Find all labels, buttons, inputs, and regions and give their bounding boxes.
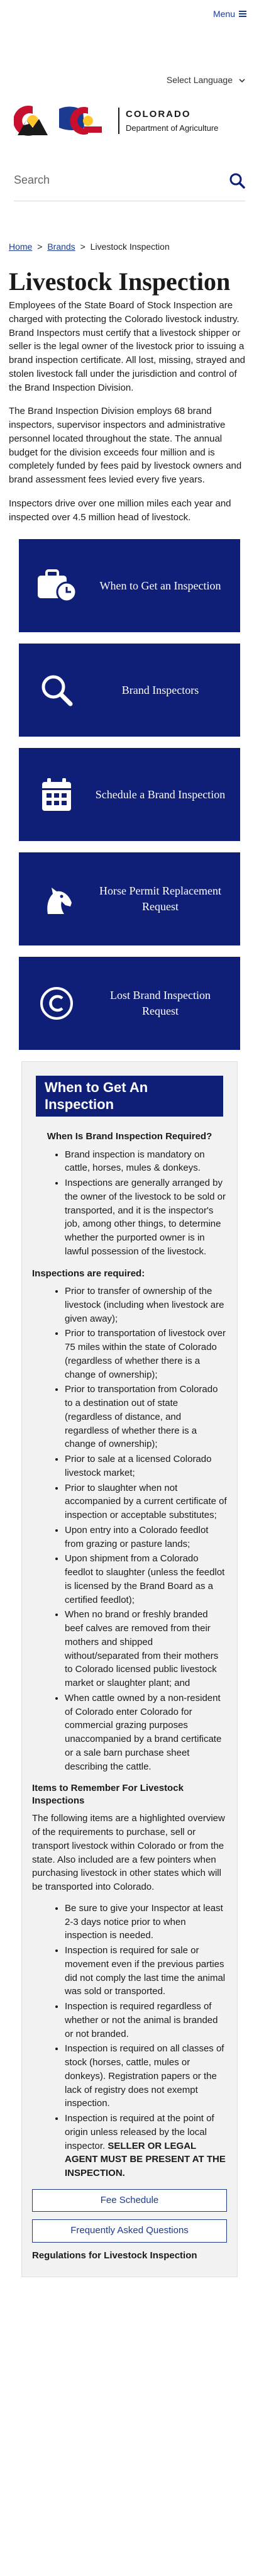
list-item: Brand inspection is mandatory on cattle,… (65, 1148, 227, 1176)
list-item: When no brand or freshly branded beef ca… (65, 1608, 227, 1690)
tile-label: When to Get an Inspection (99, 579, 221, 592)
hamburger-icon (239, 9, 246, 18)
logo-state-name: COLORADO (126, 109, 191, 120)
section-text: The following items are a highlighted ov… (32, 1813, 225, 1893)
list-item: Prior to transportation of livestock ove… (65, 1327, 227, 1381)
menu-label: Menu (212, 8, 235, 19)
regulations-heading: Regulations for Livestock Inspection (32, 2250, 197, 2261)
breadcrumb-separator: > (80, 242, 85, 252)
chevron-down-icon (239, 78, 245, 82)
list-item: Inspection is required at the point of o… (65, 2112, 227, 2180)
breadcrumb-brands[interactable]: Brands (47, 242, 75, 252)
intro-paragraph: The Brand Inspection Division employs 68… (9, 406, 242, 485)
list-item: Be sure to give your Inspector at least … (65, 1902, 227, 1943)
intro-paragraph: Employees of the State Board of Stock In… (9, 300, 246, 393)
tile-label: Horse Permit Replacement Request (99, 884, 221, 913)
panel-title: When to Get An Inspection (36, 1076, 223, 1117)
section-heading: When Is Brand Inspection Required? (47, 1131, 212, 1142)
list-item: When cattle owned by a non-resident of C… (65, 1692, 227, 1774)
search-input[interactable]: Search (14, 172, 50, 189)
search-bar: Search (14, 160, 245, 201)
department-name: COLORADO Department of Agriculture (118, 108, 218, 134)
menu-button[interactable]: Menu (213, 8, 246, 21)
bullet-list: Brand inspection is mandatory on cattle,… (32, 1148, 227, 1259)
horse-head-icon (47, 888, 72, 915)
list-item: Upon shipment from a Colorado feedlot to… (65, 1552, 227, 1607)
list-item: Inspection is required for sale or movem… (65, 1944, 227, 1999)
tile-label: Brand Inspectors (121, 683, 199, 696)
tile-horse-permit[interactable]: Horse Permit Replacement Request (19, 852, 240, 946)
breadcrumb-current: Livestock Inspection (90, 242, 170, 252)
search-icon[interactable] (229, 172, 245, 189)
list-item: Upon entry into a Colorado feedlot from … (65, 1524, 227, 1551)
copyright-icon (40, 987, 73, 1020)
section-heading: Items to Remember For Livestock Inspecti… (32, 1783, 184, 1806)
faq-button[interactable]: Frequently Asked Questions (32, 2219, 227, 2243)
list-item: Prior to transfer of ownership of the li… (65, 1285, 227, 1325)
magnifier-icon (41, 675, 73, 706)
colorado-logo[interactable] (13, 103, 108, 139)
tile-lost-brand-inspection[interactable]: Lost Brand Inspection Request (19, 957, 240, 1051)
language-select[interactable]: Select Language (167, 74, 245, 87)
section-heading: Inspections are required: (32, 1268, 145, 1279)
tile-when-to-get-inspection[interactable]: When to Get an Inspection (19, 539, 240, 633)
list-item: Inspection is required on all classes of… (65, 2042, 227, 2110)
intro-text: Employees of the State Board of Stock In… (0, 299, 259, 524)
breadcrumb: Home > Brands > Livestock Inspection (9, 240, 259, 254)
page-title: Livestock Inspection (9, 267, 231, 296)
fee-schedule-button[interactable]: Fee Schedule (32, 2188, 227, 2212)
logo-department-name: Department of Agriculture (126, 123, 219, 133)
clock-briefcase-icon (38, 569, 77, 603)
tile-label: Schedule a Brand Inspection (95, 788, 226, 801)
language-select-label: Select Language (166, 75, 233, 85)
list-item: Prior to slaughter when not accompanied … (65, 1481, 227, 1522)
bullet-list: Be sure to give your Inspector at least … (32, 1902, 227, 2180)
language-row: Select Language (0, 28, 259, 97)
list-item: Inspections are generally arranged by th… (65, 1176, 227, 1259)
tile-label: Lost Brand Inspection Request (110, 989, 211, 1018)
brand-row: COLORADO Department of Agriculture (0, 97, 259, 142)
tile-list: When to Get an Inspection Brand Inspecto… (0, 539, 259, 1051)
tile-brand-inspectors[interactable]: Brand Inspectors (19, 644, 240, 737)
inspection-detail-panel: When to Get An Inspection When Is Brand … (21, 1061, 238, 2277)
list-item: Inspection is required regardless of whe… (65, 2000, 227, 2041)
calendar-icon (42, 778, 71, 811)
tile-schedule-inspection[interactable]: Schedule a Brand Inspection (19, 748, 240, 842)
colorado-c-logo-icon (13, 105, 108, 137)
breadcrumb-separator: > (37, 242, 43, 252)
top-bar: Menu (0, 0, 259, 28)
intro-paragraph: Inspectors drive over one million miles … (9, 498, 231, 523)
bullet-list: Prior to transfer of ownership of the li… (32, 1285, 227, 1773)
list-item: Prior to sale at a licensed Colorado liv… (65, 1452, 227, 1480)
list-item: Prior to transportation from Colorado to… (65, 1383, 227, 1451)
breadcrumb-home[interactable]: Home (9, 242, 32, 252)
